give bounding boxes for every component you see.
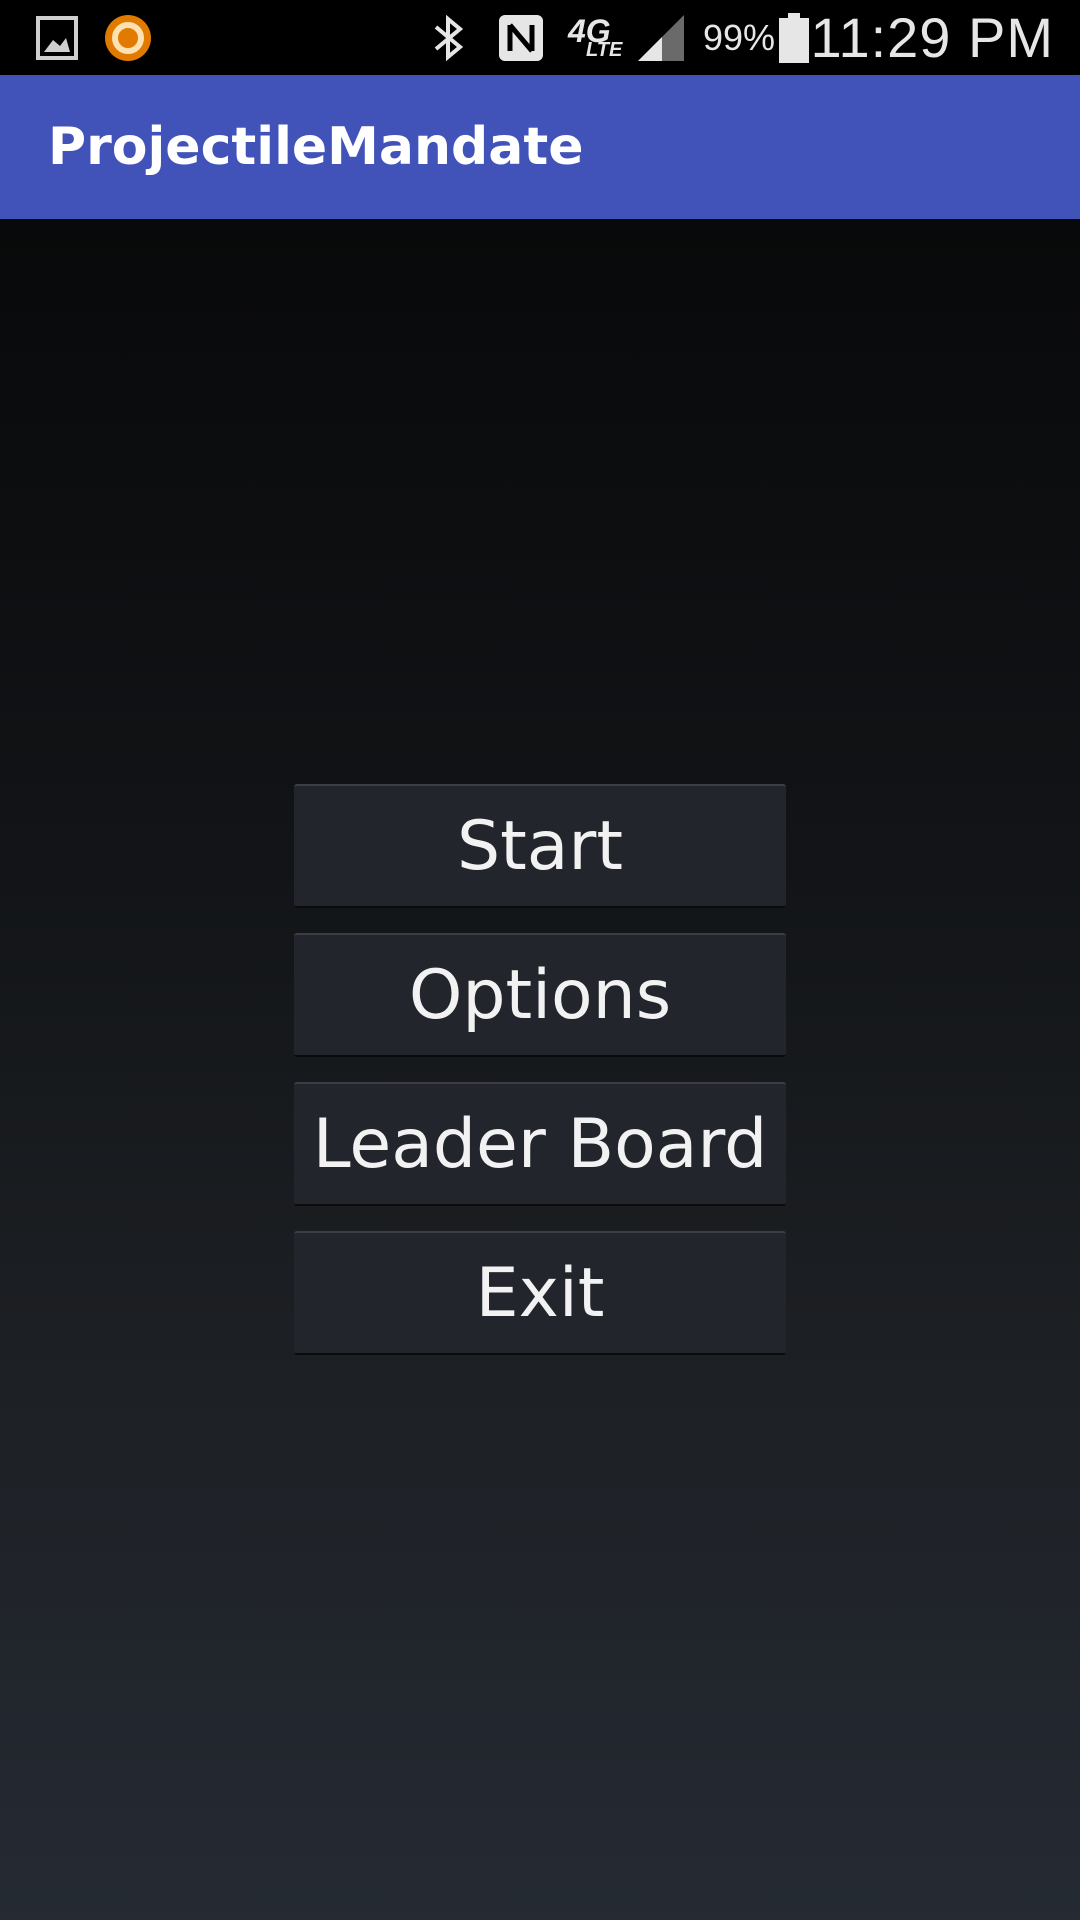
status-time: 11:29 PM bbox=[810, 6, 1054, 69]
nfc-icon bbox=[497, 0, 545, 75]
4g-lte-icon: 4G LTE bbox=[568, 0, 624, 75]
app-title: ProjectileMandate bbox=[48, 117, 584, 177]
network-sub-label: LTE bbox=[586, 38, 623, 61]
leader-board-button[interactable]: Leader Board bbox=[294, 1082, 786, 1206]
screen: 4G LTE 99% 11:29 PM ProjectileMandate St… bbox=[0, 0, 1080, 1920]
main-content: Start Options Leader Board Exit bbox=[0, 219, 1080, 1920]
app-bar: ProjectileMandate bbox=[0, 75, 1080, 219]
status-bar: 4G LTE 99% 11:29 PM bbox=[0, 0, 1080, 75]
exit-button[interactable]: Exit bbox=[294, 1231, 786, 1355]
bluetooth-icon bbox=[430, 0, 470, 75]
signal-icon bbox=[636, 0, 686, 75]
options-button[interactable]: Options bbox=[294, 933, 786, 1057]
app-notification-icon bbox=[103, 0, 153, 75]
main-menu: Start Options Leader Board Exit bbox=[294, 784, 786, 1380]
gallery-icon bbox=[36, 0, 78, 75]
battery-percent: 99% bbox=[703, 16, 776, 58]
start-button[interactable]: Start bbox=[294, 784, 786, 908]
battery-icon bbox=[779, 0, 809, 75]
